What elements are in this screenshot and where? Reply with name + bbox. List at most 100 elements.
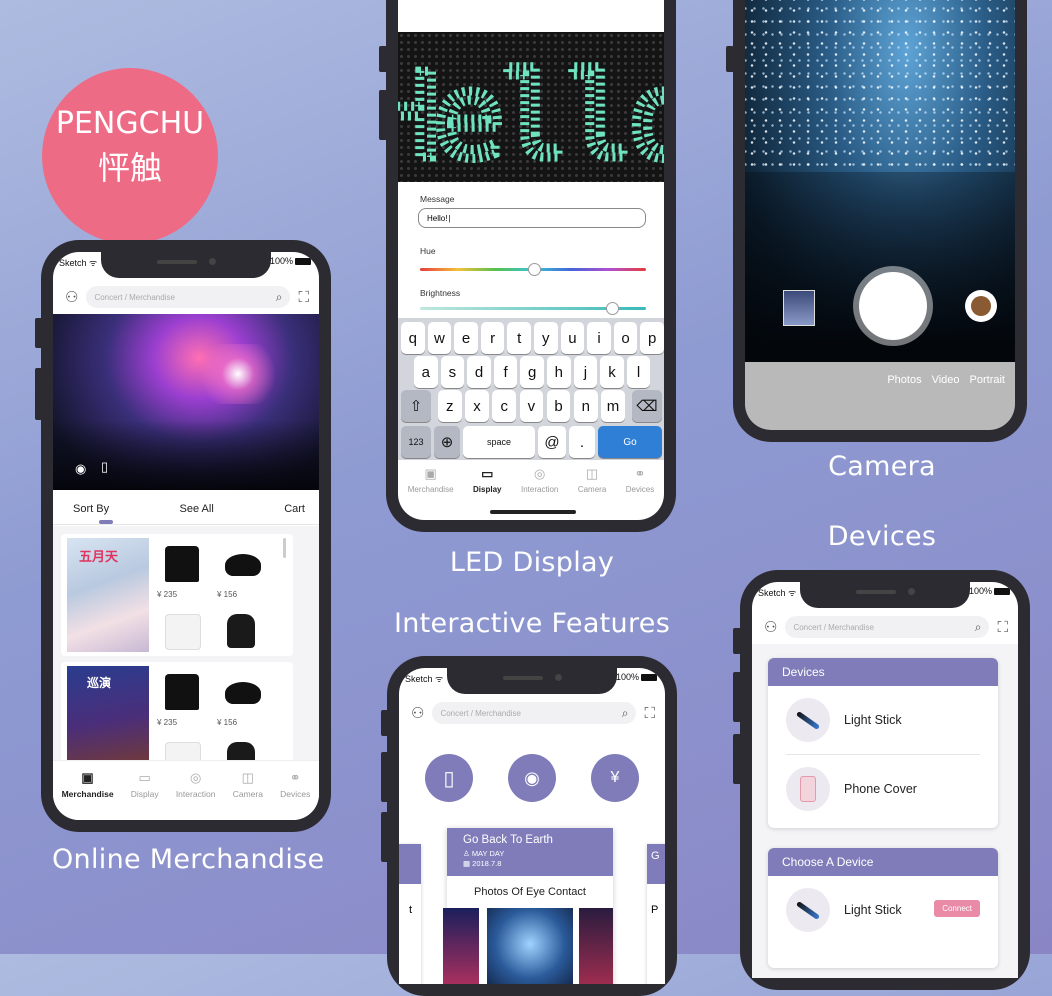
key-g[interactable]: g	[520, 356, 544, 388]
key-s[interactable]: s	[440, 356, 465, 388]
key-c[interactable]: c	[492, 390, 516, 422]
tab-merchandise[interactable]: ▣ Merchandise	[62, 770, 114, 799]
ticket-button[interactable]: ¥	[591, 754, 639, 802]
see-all-button[interactable]: See All	[180, 503, 214, 515]
key-a[interactable]: a	[414, 356, 438, 388]
sort-by-button[interactable]: Sort By	[73, 503, 109, 515]
key-z[interactable]: z	[438, 390, 462, 422]
brightness-slider[interactable]	[420, 302, 646, 315]
device-item[interactable]: Light Stick Connect	[786, 876, 980, 944]
key-y[interactable]: y	[534, 322, 558, 354]
key-w[interactable]: w	[427, 322, 452, 354]
concert-banner[interactable]: ◉ ▯	[53, 314, 319, 490]
hue-slider[interactable]	[420, 263, 646, 276]
mode-video[interactable]: Video	[932, 374, 960, 386]
card-title: Go Back To Earth	[463, 834, 553, 846]
home-indicator[interactable]	[490, 510, 576, 514]
devices-icon: ⚭	[634, 466, 646, 481]
tab-display[interactable]: ▭ Display	[473, 466, 501, 494]
shake-feature-button[interactable]: ▯	[425, 754, 473, 802]
key-p[interactable]: p	[640, 322, 664, 354]
key-x[interactable]: x	[465, 390, 489, 422]
key-o[interactable]: o	[613, 322, 638, 354]
tab-camera[interactable]: ◫ Camera	[578, 466, 606, 494]
tab-camera[interactable]: ◫ Camera	[233, 770, 263, 799]
key-b[interactable]: b	[546, 390, 571, 422]
brightness-label: Brightness	[420, 288, 461, 298]
bucket-hat[interactable]	[225, 554, 261, 576]
key-d[interactable]: d	[467, 356, 491, 388]
cart-button[interactable]: Cart	[284, 503, 305, 515]
user-icon[interactable]: ⚇	[411, 706, 424, 721]
poster-image[interactable]: 五月天	[67, 538, 149, 652]
search-icon[interactable]: ⌕	[975, 621, 982, 633]
device-item[interactable]: Light Stick	[786, 686, 980, 755]
side-card-right[interactable]: G P	[647, 844, 665, 984]
side-card-left[interactable]: t	[399, 844, 421, 984]
phone-shake-icon[interactable]: ▯	[101, 460, 108, 473]
key-f[interactable]: f	[493, 356, 518, 388]
tshirt-black[interactable]	[165, 674, 199, 710]
key-n[interactable]: n	[574, 390, 598, 422]
message-input[interactable]: Hello! |	[418, 208, 646, 228]
shutter-button[interactable]	[859, 272, 927, 340]
key-h[interactable]: h	[547, 356, 571, 388]
key-e[interactable]: e	[454, 322, 478, 354]
eye-icon[interactable]: ◉	[75, 462, 86, 475]
key-u[interactable]: u	[560, 322, 585, 354]
key-k[interactable]: k	[600, 356, 624, 388]
tab-interaction[interactable]: ◎ Interaction	[521, 466, 558, 494]
key-i[interactable]: i	[587, 322, 611, 354]
scan-icon[interactable]: ⛶	[298, 290, 309, 305]
key-q[interactable]: q	[401, 322, 425, 354]
brightness-slider-thumb[interactable]	[606, 302, 619, 315]
key-t[interactable]: t	[507, 322, 531, 354]
product-group[interactable]: 五月天 ¥ 235 ¥ 156	[61, 534, 293, 656]
connect-button[interactable]: Connect	[934, 900, 980, 917]
shift-key[interactable]: ⇧	[401, 390, 431, 422]
photo-thumb[interactable]	[487, 908, 573, 984]
key-l[interactable]: l	[626, 356, 651, 388]
backpack[interactable]	[227, 614, 255, 648]
dot-key[interactable]: .	[569, 426, 595, 458]
product-group[interactable]: 巡演 ¥ 235 ¥ 156	[61, 662, 293, 776]
scan-icon[interactable]: ⛶	[644, 706, 655, 721]
key-v[interactable]: v	[519, 390, 544, 422]
concert-card[interactable]: Go Back To Earth ♙ MAY DAY ▦ 2018.7.8 Ph…	[443, 828, 613, 984]
user-icon[interactable]: ⚇	[65, 290, 78, 305]
tab-devices[interactable]: ⚭ Devices	[626, 466, 654, 494]
avatar[interactable]	[965, 290, 997, 322]
search-input[interactable]: Concert / Merchandise ⌕	[432, 702, 637, 724]
key-j[interactable]: j	[573, 356, 598, 388]
bucket-hat[interactable]	[225, 682, 261, 704]
tab-interaction[interactable]: ◎ Interaction	[176, 770, 216, 799]
search-icon[interactable]: ⌕	[622, 707, 629, 719]
space-key[interactable]: space	[463, 426, 535, 458]
gallery-thumbnail[interactable]	[783, 290, 815, 326]
search-input[interactable]: Concert / Merchandise ⌕	[785, 616, 990, 638]
key-r[interactable]: r	[480, 322, 505, 354]
key-m[interactable]: m	[601, 390, 625, 422]
eye-contact-button[interactable]: ◉	[508, 754, 556, 802]
scan-icon[interactable]: ⛶	[997, 620, 1008, 635]
hue-slider-thumb[interactable]	[528, 263, 541, 276]
go-key[interactable]: Go	[598, 426, 662, 458]
device-item[interactable]: Phone Cover	[786, 755, 980, 823]
user-icon[interactable]: ⚇	[764, 620, 777, 635]
number-key[interactable]: 123	[401, 426, 431, 458]
tab-merchandise[interactable]: ▣ Merchandise	[408, 466, 454, 494]
search-icon[interactable]: ⌕	[276, 291, 283, 303]
mode-portrait[interactable]: Portrait	[970, 374, 1005, 386]
tab-devices[interactable]: ⚭ Devices	[280, 770, 310, 799]
at-key[interactable]: @	[538, 426, 566, 458]
backspace-key[interactable]: ⌫	[632, 390, 662, 422]
tshirt-black[interactable]	[165, 546, 199, 582]
mode-photos[interactable]: Photos	[887, 374, 921, 386]
search-input[interactable]: Concert / Merchandise ⌕	[86, 286, 291, 308]
led-text: Hello	[398, 43, 664, 183]
photo-thumb[interactable]	[443, 908, 479, 984]
tab-display[interactable]: ▭ Display	[131, 770, 159, 799]
photo-thumb[interactable]	[579, 908, 613, 984]
globe-key[interactable]: ⊕	[434, 426, 460, 458]
tshirt-white[interactable]	[165, 614, 201, 650]
